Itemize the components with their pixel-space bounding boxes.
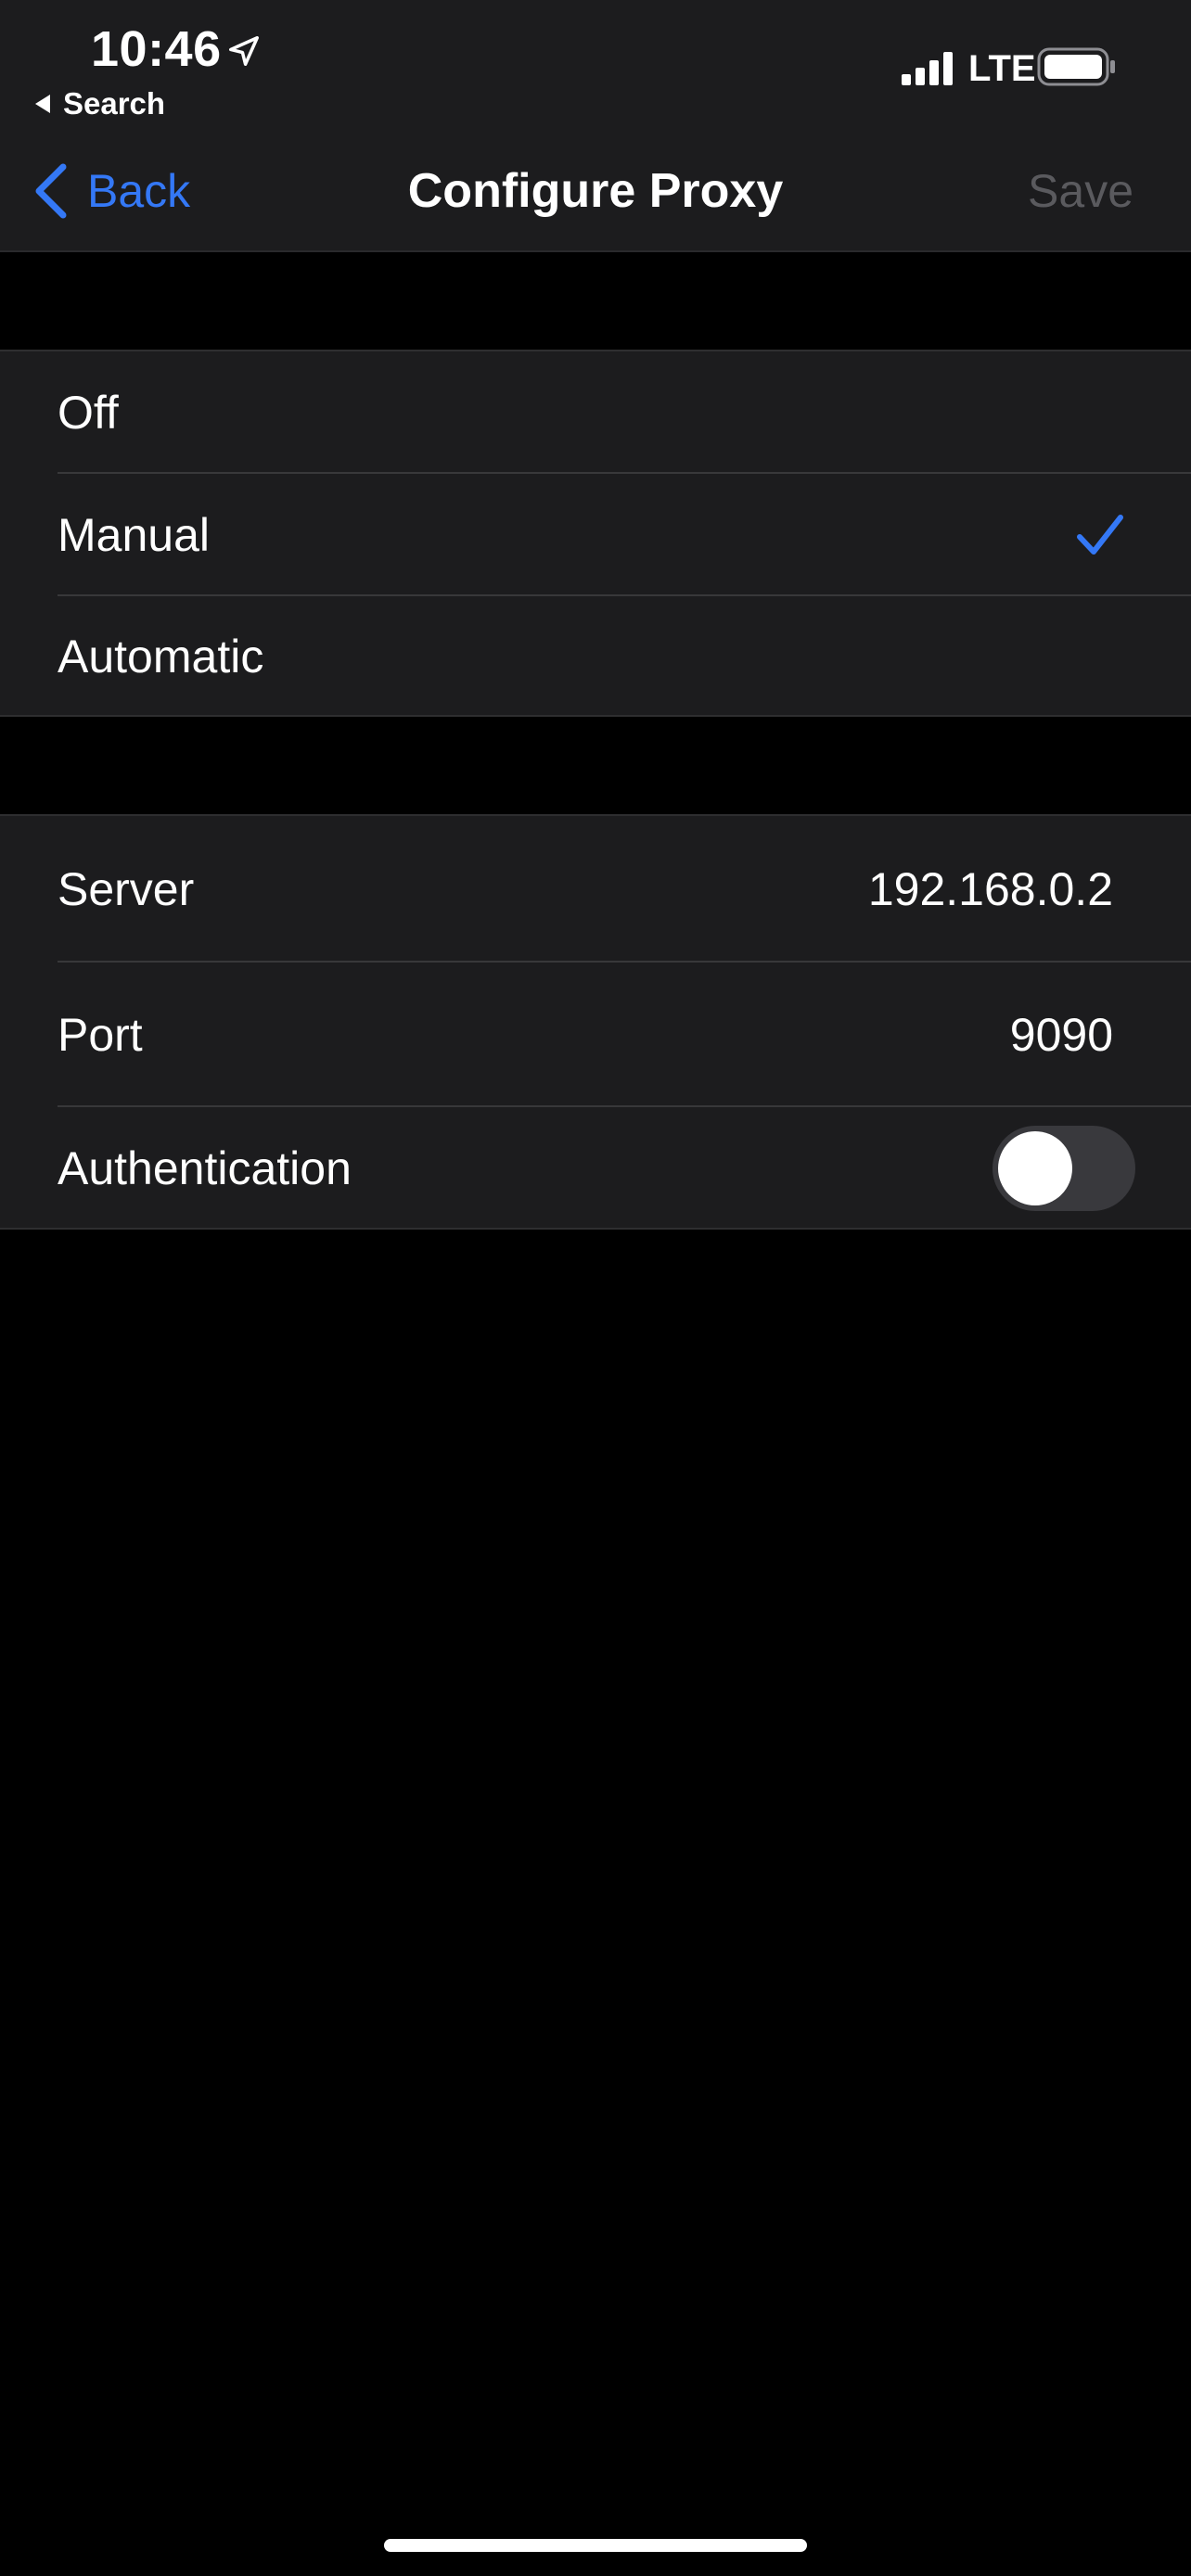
proxy-settings-group: Server 192.168.0.2 Port 9090 Authenticat… bbox=[0, 814, 1191, 1230]
proxy-option-label: Off bbox=[58, 387, 119, 439]
port-label: Port bbox=[58, 1009, 143, 1061]
location-arrow-icon bbox=[229, 36, 259, 66]
back-to-app-button[interactable]: Search bbox=[35, 83, 165, 124]
authentication-row: Authentication bbox=[0, 1107, 1191, 1230]
cellular-signal-icon bbox=[902, 52, 953, 85]
top-bar: 10:46 Search LTE Back Configure Proxy Sa… bbox=[0, 0, 1191, 252]
proxy-option-off[interactable]: Off bbox=[0, 351, 1191, 474]
checkmark-icon bbox=[1077, 515, 1123, 555]
toggle-knob bbox=[998, 1131, 1072, 1205]
battery-icon bbox=[1037, 47, 1115, 86]
server-field[interactable]: 192.168.0.2 bbox=[868, 860, 1113, 919]
back-to-app-label: Search bbox=[63, 86, 166, 121]
save-button[interactable]: Save bbox=[1028, 158, 1133, 224]
proxy-mode-group: Off Manual Automatic bbox=[0, 350, 1191, 717]
back-triangle-icon bbox=[35, 95, 50, 113]
proxy-option-label: Automatic bbox=[58, 631, 264, 682]
network-type-label: LTE bbox=[968, 48, 1036, 89]
page-title: Configure Proxy bbox=[407, 164, 784, 218]
authentication-label: Authentication bbox=[58, 1142, 352, 1194]
proxy-option-automatic[interactable]: Automatic bbox=[0, 596, 1191, 717]
proxy-option-manual[interactable]: Manual bbox=[0, 474, 1191, 596]
home-indicator[interactable] bbox=[384, 2539, 807, 2552]
authentication-toggle[interactable] bbox=[992, 1126, 1135, 1211]
server-row[interactable]: Server 192.168.0.2 bbox=[0, 816, 1191, 963]
status-time: 10:46 bbox=[91, 21, 222, 77]
port-field[interactable]: 9090 bbox=[1010, 1005, 1113, 1065]
server-label: Server bbox=[58, 863, 195, 915]
proxy-option-label: Manual bbox=[58, 509, 210, 561]
port-row[interactable]: Port 9090 bbox=[0, 963, 1191, 1107]
